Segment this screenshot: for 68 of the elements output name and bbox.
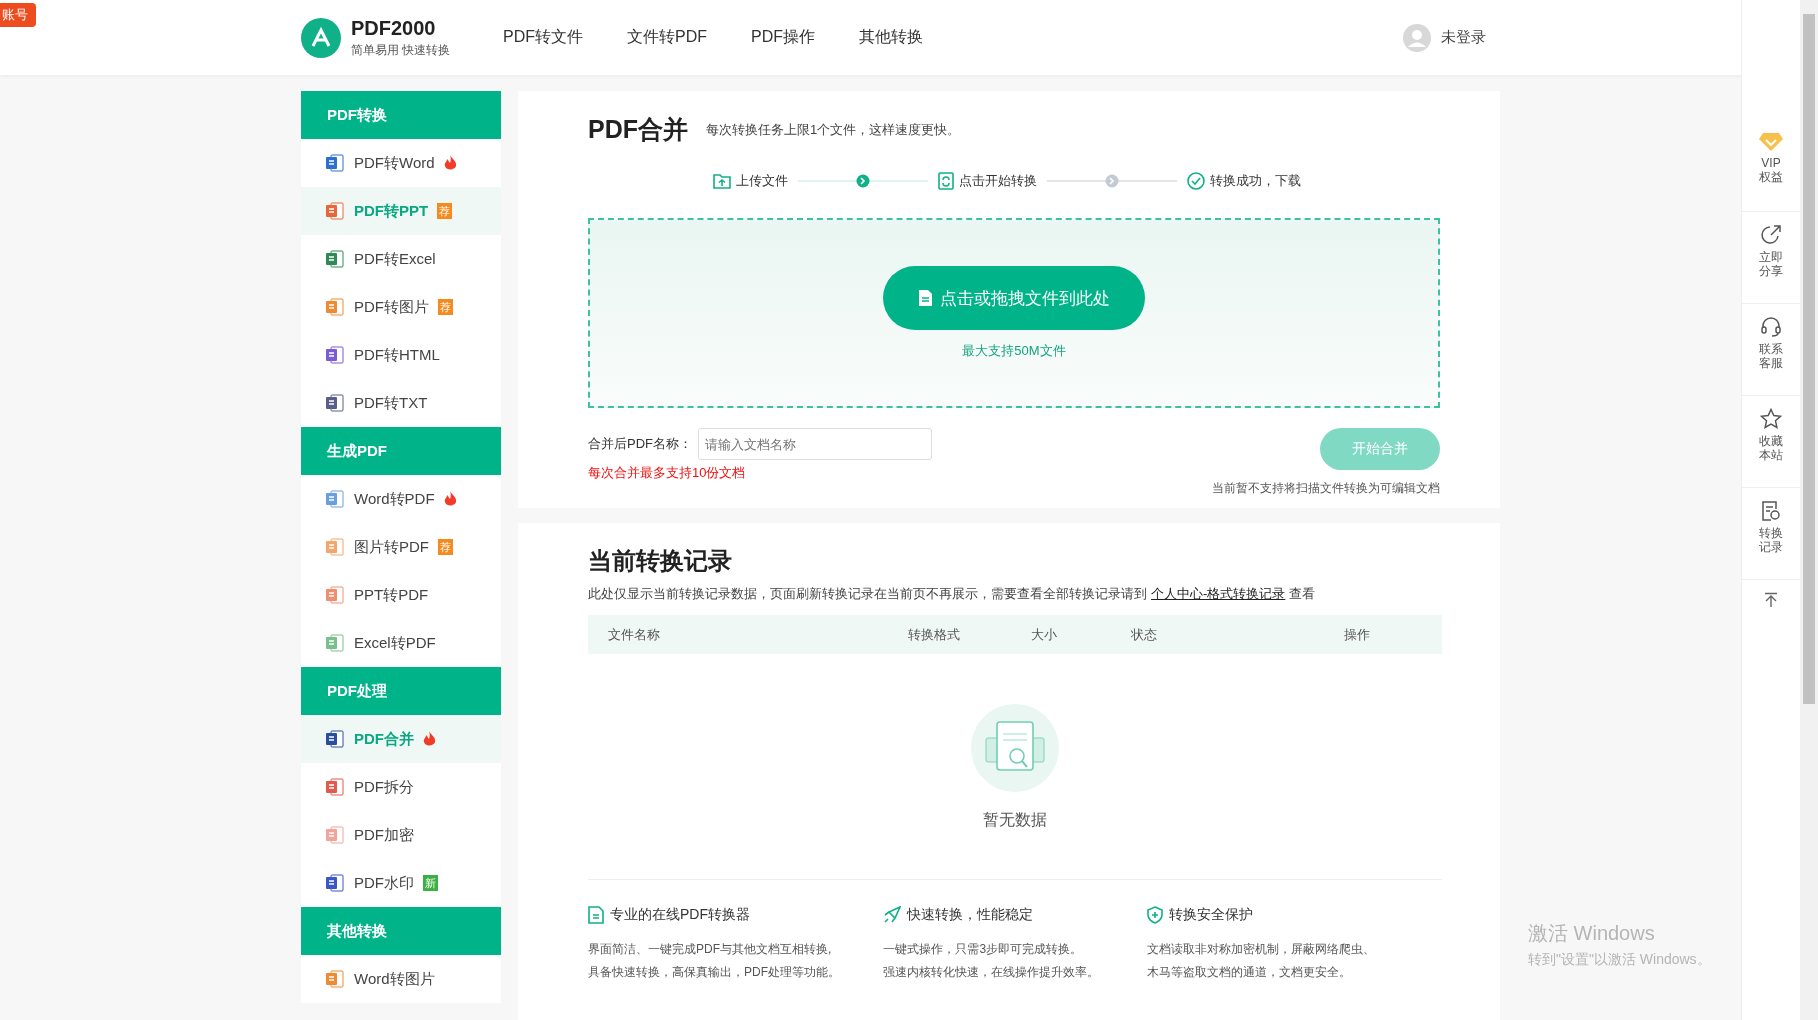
upload-hint: 最大支持50M文件 (962, 342, 1066, 360)
column-header: 大小 (1031, 625, 1057, 644)
back-to-top-icon[interactable] (1763, 592, 1779, 608)
activation-notice-text: 转到"设置"以激活 Windows。 (1528, 951, 1711, 969)
nav-link[interactable]: PDF转文件 (499, 27, 587, 48)
sidebar-tool-link[interactable]: VIP权益 (1758, 156, 1784, 184)
column-header: 文件名称 (608, 625, 660, 644)
name-input[interactable]: 请输入文档名称 (698, 428, 932, 460)
sidebar-tool-link[interactable]: 转换记录 (1758, 526, 1784, 554)
column-header: 状态 (1131, 625, 1157, 644)
sidebar-tool-link[interactable]: 收藏本站 (1758, 434, 1784, 462)
document-refresh-icon (937, 172, 954, 190)
sidebar-section-header: PDF转换 (301, 91, 501, 139)
feature-title: 快速转换，性能稳定 (907, 906, 1034, 924)
feature-text: 具备快速转换，高保真输出，PDF处理等功能。 (588, 964, 841, 981)
document-icon (1761, 500, 1781, 522)
sidebar-tool-link[interactable]: 立即分享 (1758, 250, 1784, 278)
column-header: 转换格式 (908, 625, 960, 644)
avatar-icon[interactable] (1403, 23, 1431, 52)
step-label: 上传文件 (735, 172, 788, 190)
nav-link[interactable]: 文件转PDF (623, 27, 711, 48)
records-link[interactable]: 个人中心-格式转换记录 (1151, 585, 1286, 603)
check-circle-icon (1186, 172, 1205, 190)
logo-subtitle: 简单易用 快速转换 (351, 41, 451, 59)
feature-title: 专业的在线PDF转换器 (610, 906, 750, 924)
file-icon (918, 290, 932, 306)
tag-label: 新 (423, 875, 438, 891)
rocket-icon (883, 906, 902, 924)
feature-text: 木马等盗取文档的通道，文档更安全。 (1146, 964, 1352, 981)
logo-title: PDF2000 (351, 16, 437, 40)
sidebar-section-header: PDF处理 (301, 667, 501, 715)
feature-text: 界面简洁、一键完成PDF与其他文档互相转换, (588, 941, 833, 958)
shield-icon (1146, 906, 1163, 924)
feature-text: 文档读取非对称加密机制，屏蔽网络爬虫、 (1146, 941, 1376, 958)
login-link[interactable]: 未登录 (1441, 28, 1486, 47)
limit-warning: 每次合并最多支持10份文档 (588, 464, 747, 482)
section-title: 当前转换记录 (588, 546, 733, 576)
share-icon (1760, 224, 1782, 246)
activation-notice-title: 激活 Windows (1528, 921, 1656, 946)
sidebar-tool-link[interactable]: 联系客服 (1758, 342, 1784, 370)
feature-text: 强速内核转化快速，在线操作提升效率。 (883, 964, 1101, 981)
page-note: 每次转换任务上限1个文件，这样速度更快。 (706, 120, 961, 139)
star-icon (1760, 408, 1782, 430)
tag-label: 荐 (438, 539, 453, 555)
records-description: 此处仅显示当前转换记录数据，页面刷新转换记录在当前页不再展示，需要查看全部转换记录请到 (588, 585, 1147, 603)
page-title: PDF合并 (588, 114, 688, 145)
records-description-end: 查看 (1289, 585, 1316, 603)
step-label: 点击开始转换 (958, 172, 1037, 190)
sidebar-section-header: 其他转换 (301, 907, 501, 955)
field-label: 合并后PDF名称： (588, 435, 692, 453)
upload-folder-icon (712, 173, 731, 189)
step-label: 转换成功，下载 (1209, 172, 1301, 190)
doc-icon (588, 906, 604, 924)
nav-link[interactable]: PDF操作 (747, 27, 819, 48)
tag-label: 荐 (438, 299, 453, 315)
scrollbar[interactable] (1800, 0, 1818, 1020)
account-tag[interactable]: 账号 (0, 3, 36, 27)
sidebar-section-header: 生成PDF (301, 427, 501, 475)
column-header: 操作 (1344, 625, 1370, 644)
nav-link[interactable]: 其他转换 (855, 27, 927, 48)
empty-state-text: 暂无数据 (983, 810, 1047, 830)
headset-icon (1760, 316, 1782, 338)
feature-text: 一键式操作，只需3步即可完成转换。 (883, 941, 1084, 958)
diamond-icon (1758, 132, 1784, 152)
tag-label: 荐 (437, 203, 453, 219)
scan-note: 当前暂不支持将扫描文件转换为可编辑文档 (1212, 480, 1440, 497)
feature-title: 转换安全保护 (1168, 906, 1253, 924)
logo-icon (301, 17, 341, 58)
